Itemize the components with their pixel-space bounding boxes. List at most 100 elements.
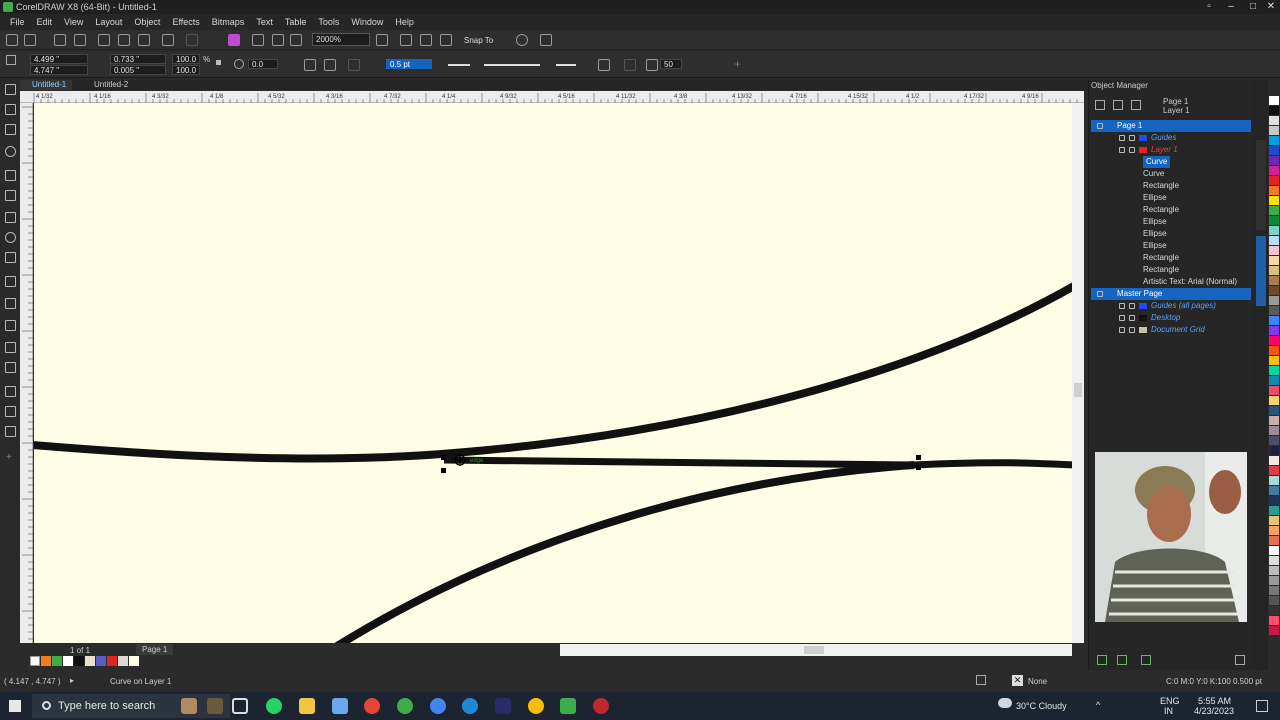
menu-view[interactable]: View	[58, 17, 89, 27]
palette-swatch[interactable]	[1269, 116, 1279, 125]
rectangle-tool-icon[interactable]	[5, 212, 16, 223]
palette-swatch[interactable]	[1269, 306, 1279, 315]
palette-swatch[interactable]	[1269, 166, 1279, 175]
freehand-tool-icon[interactable]	[5, 170, 16, 181]
palette-swatch[interactable]	[1269, 316, 1279, 325]
menu-object[interactable]: Object	[128, 17, 166, 27]
palette-swatch[interactable]	[1269, 326, 1279, 335]
object-tree-row[interactable]: Layer 1	[1091, 144, 1251, 156]
swatch-orange[interactable]	[41, 656, 51, 666]
palette-swatch[interactable]	[1269, 626, 1279, 635]
polygon-tool-icon[interactable]	[5, 252, 16, 263]
mirror-horizontal-icon[interactable]	[304, 59, 316, 71]
object-tree-row[interactable]: Guides	[1091, 132, 1251, 144]
to-curves-icon[interactable]	[348, 59, 360, 71]
tab-untitled-1[interactable]: Untitled-1	[20, 80, 73, 90]
delete-icon[interactable]	[1235, 655, 1245, 665]
menu-bitmaps[interactable]: Bitmaps	[206, 17, 251, 27]
palette-swatch[interactable]	[1269, 446, 1279, 455]
palette-swatch[interactable]	[1269, 426, 1279, 435]
palette-swatch[interactable]	[1269, 156, 1279, 165]
palette-swatch[interactable]	[1269, 596, 1279, 605]
palette-swatch[interactable]	[1269, 416, 1279, 425]
zoom-tool-icon[interactable]	[5, 146, 16, 157]
palette-swatch[interactable]	[1269, 336, 1279, 345]
palette-swatch[interactable]	[1269, 546, 1279, 555]
curve-upper[interactable]	[34, 282, 1072, 463]
new-layer-icon[interactable]	[1097, 655, 1107, 665]
palette-swatch[interactable]	[1269, 526, 1279, 535]
selection-handle-br[interactable]	[916, 465, 921, 470]
menu-tools[interactable]: Tools	[312, 17, 345, 27]
show-properties-icon[interactable]	[1095, 100, 1105, 110]
open-icon[interactable]	[24, 34, 36, 46]
scale-height-field[interactable]: 100.0	[172, 65, 200, 75]
lock-icon[interactable]	[1129, 315, 1135, 321]
line-style-select[interactable]	[484, 64, 540, 66]
menu-layout[interactable]: Layout	[89, 17, 128, 27]
object-tree-row[interactable]: Page 1	[1091, 120, 1251, 132]
visibility-eye-icon[interactable]	[1119, 327, 1125, 333]
object-tree-row[interactable]: Guides (all pages)	[1091, 300, 1251, 312]
palette-swatch[interactable]	[1269, 246, 1279, 255]
palette-swatch[interactable]	[1269, 226, 1279, 235]
object-tree-row[interactable]: Ellipse	[1091, 216, 1251, 228]
lock-ratio-icon[interactable]	[216, 60, 221, 65]
reduce-nodes-icon[interactable]	[624, 59, 636, 71]
user-avatar-icon[interactable]	[181, 698, 197, 714]
menu-window[interactable]: Window	[345, 17, 389, 27]
menu-table[interactable]: Table	[279, 17, 313, 27]
scale-width-field[interactable]: 100.0	[172, 54, 200, 64]
palette-swatch[interactable]	[1269, 606, 1279, 615]
object-tree-row[interactable]: Ellipse	[1091, 228, 1251, 240]
vertical-ruler[interactable]	[20, 103, 33, 643]
palette-swatch[interactable]	[1269, 196, 1279, 205]
artistic-media-icon[interactable]	[5, 190, 16, 201]
edge-icon[interactable]	[462, 698, 478, 714]
transparency-icon[interactable]	[5, 362, 16, 373]
restore-panel-icon[interactable]: ▫	[1198, 0, 1220, 14]
chrome-icon[interactable]	[364, 698, 380, 714]
eyedropper-icon[interactable]	[5, 386, 16, 397]
palette-swatch[interactable]	[1269, 616, 1279, 625]
vertical-scroll-thumb[interactable]	[1074, 383, 1082, 397]
no-fill-swatch-icon[interactable]: ✕	[1012, 675, 1023, 686]
visibility-eye-icon[interactable]	[1119, 135, 1125, 141]
add-icon[interactable]: +	[734, 57, 741, 71]
object-tree-row[interactable]: Rectangle	[1091, 264, 1251, 276]
visibility-eye-icon[interactable]	[1119, 303, 1125, 309]
palette-swatch[interactable]	[1269, 406, 1279, 415]
palette-swatch[interactable]	[1269, 256, 1279, 265]
y-position-field[interactable]: 4.747 "	[30, 65, 88, 75]
start-arrowhead-select[interactable]	[448, 64, 470, 66]
palette-swatch[interactable]	[1269, 516, 1279, 525]
palette-swatch[interactable]	[1269, 476, 1279, 485]
search-content-icon[interactable]	[228, 34, 240, 46]
object-tree-row[interactable]: Ellipse	[1091, 240, 1251, 252]
curve-smoothness-icon[interactable]	[646, 59, 658, 71]
palette-swatch[interactable]	[1269, 576, 1279, 585]
palette-swatch[interactable]	[1269, 366, 1279, 375]
palette-swatch[interactable]	[1269, 176, 1279, 185]
close-curve-icon[interactable]	[598, 59, 610, 71]
snap-to-dropdown[interactable]: Snap To	[464, 36, 493, 45]
lock-icon[interactable]	[1129, 303, 1135, 309]
fill-indicator-icon[interactable]	[976, 675, 986, 685]
object-tree-row[interactable]: Ellipse	[1091, 192, 1251, 204]
weather-cloud-icon[interactable]	[998, 698, 1012, 708]
rotation-angle-field[interactable]: 0.0	[248, 59, 278, 69]
visibility-eye-icon[interactable]	[1119, 315, 1125, 321]
chrome-profile-icon[interactable]	[430, 698, 446, 714]
full-screen-icon[interactable]	[400, 34, 412, 46]
swatch-red[interactable]	[107, 656, 117, 666]
menu-text[interactable]: Text	[250, 17, 279, 27]
windows-start-icon[interactable]	[9, 700, 21, 712]
news-widget-icon[interactable]	[207, 698, 223, 714]
taskbar-search-input[interactable]: Type here to search	[32, 694, 230, 718]
mirror-vertical-icon[interactable]	[324, 59, 336, 71]
palette-swatch[interactable]	[1269, 266, 1279, 275]
swatch-blue[interactable]	[96, 656, 106, 666]
lock-icon[interactable]	[1129, 135, 1135, 141]
curve-lower[interactable]	[334, 461, 915, 643]
options-gear-icon[interactable]	[516, 34, 528, 46]
